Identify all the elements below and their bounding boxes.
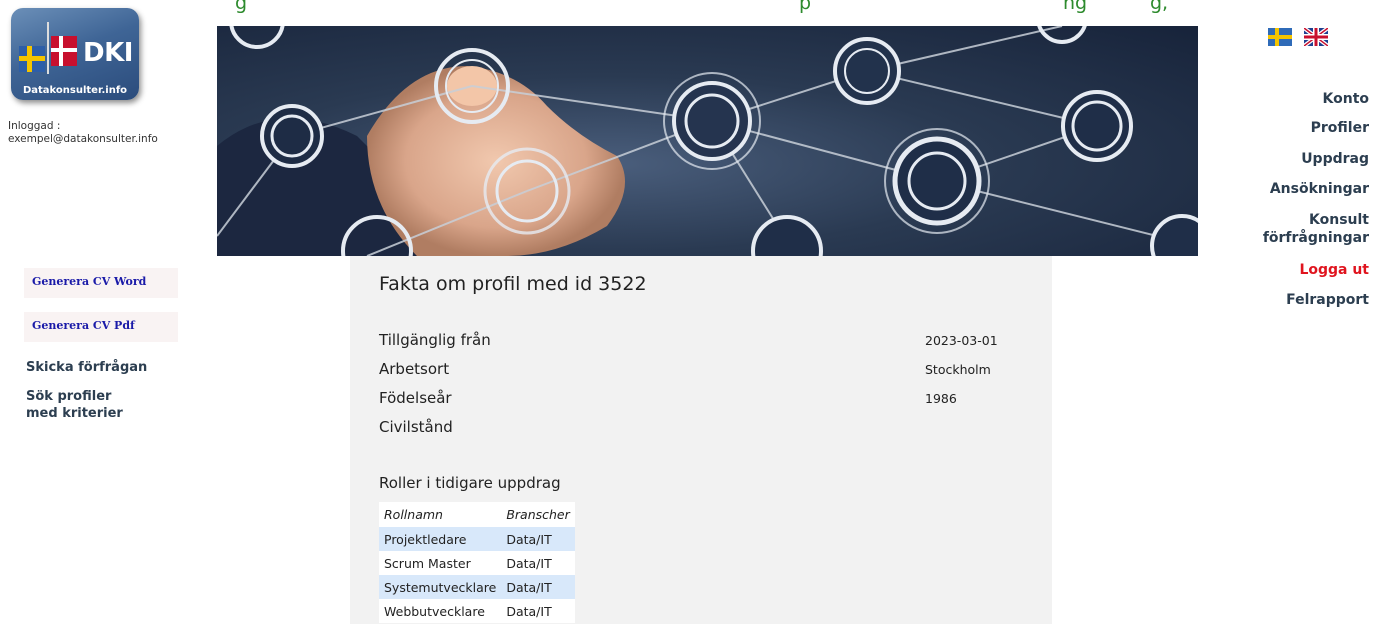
role-industry: Data/IT	[501, 527, 575, 551]
network-node	[1037, 26, 1087, 44]
fact-label-civil-status: Civilstånd	[379, 418, 453, 436]
fact-label-available-from: Tillgänglig från	[379, 331, 491, 349]
nav-account[interactable]: Konto	[1323, 90, 1370, 108]
login-label: Inloggad :	[8, 120, 61, 132]
table-header-row: Rollnamn Branscher	[379, 502, 575, 527]
fact-label-work-location: Arbetsort	[379, 360, 450, 378]
table-row: Projektledare Data/IT	[379, 527, 575, 551]
profile-content: Fakta om profil med id 3522 Tillgänglig …	[350, 256, 1052, 624]
network-node	[1061, 90, 1133, 162]
role-name: Projektledare	[379, 527, 502, 551]
table-row: Scrum Master Data/IT	[379, 551, 575, 575]
roles-heading: Roller i tidigare uppdrag	[379, 474, 561, 492]
role-name: Webbutvecklare	[379, 599, 502, 623]
role-name: Scrum Master	[379, 551, 502, 575]
fact-value-birth-year: 1986	[925, 391, 957, 406]
network-graphic	[217, 26, 1198, 256]
network-node	[833, 37, 901, 105]
send-request-link[interactable]: Skicka förfrågan	[26, 359, 147, 376]
network-node	[1150, 214, 1198, 256]
swedish-flag-icon[interactable]	[1268, 28, 1292, 46]
role-name: Systemutvecklare	[379, 575, 502, 599]
marquee-text: p	[799, 0, 812, 14]
table-row: Systemutvecklare Data/IT	[379, 575, 575, 599]
role-industry: Data/IT	[501, 575, 575, 599]
marquee-text: ng	[1063, 0, 1088, 14]
marquee-text: g	[235, 0, 248, 14]
network-node	[260, 104, 324, 168]
network-node	[663, 72, 761, 170]
fact-value-work-location: Stockholm	[925, 362, 991, 377]
login-status: Inloggad : exempel@datakonsulter.info	[8, 120, 158, 146]
network-node	[751, 215, 823, 256]
scrolling-marquee: g p ng g,	[205, 0, 1195, 15]
fact-label-birth-year: Födelseår	[379, 389, 452, 407]
uk-flag-icon[interactable]	[1304, 28, 1328, 46]
role-industry: Data/IT	[501, 551, 575, 575]
nav-consultant-requests[interactable]: Konsult förfrågningar	[1239, 211, 1369, 247]
page-title: Fakta om profil med id 3522	[379, 273, 647, 295]
nav-applications[interactable]: Ansökningar	[1270, 180, 1369, 198]
generate-cv-word-button[interactable]: Generera CV Word	[24, 268, 178, 298]
logo-text: DKI	[83, 38, 133, 68]
role-industry: Data/IT	[501, 599, 575, 623]
nav-bug-report[interactable]: Felrapport	[1286, 291, 1369, 309]
nav-logout[interactable]: Logga ut	[1299, 261, 1369, 279]
fact-value-available-from: 2023-03-01	[925, 333, 998, 348]
logo-caption: Datakonsulter.info	[22, 85, 128, 96]
swedish-flag-logo-icon	[19, 46, 45, 72]
danish-flag-logo-icon	[51, 36, 77, 66]
network-node	[884, 128, 990, 234]
login-email: exempel@datakonsulter.info	[8, 133, 158, 145]
site-logo[interactable]: DKI Datakonsulter.info	[11, 8, 139, 100]
hero-banner-image	[217, 26, 1198, 256]
column-header-role: Rollnamn	[379, 502, 502, 527]
table-row: Webbutvecklare Data/IT	[379, 599, 575, 623]
marquee-text: g,	[1150, 0, 1169, 14]
nav-profiles[interactable]: Profiler	[1311, 119, 1369, 137]
generate-cv-pdf-button[interactable]: Generera CV Pdf	[24, 312, 178, 342]
flag-pole	[47, 22, 49, 74]
roles-table: Rollnamn Branscher Projektledare Data/IT…	[379, 502, 575, 623]
column-header-industry: Branscher	[501, 502, 575, 527]
network-node	[229, 26, 285, 49]
nav-assignments[interactable]: Uppdrag	[1301, 150, 1369, 168]
search-profiles-link[interactable]: Sök profiler med kriterier	[26, 388, 136, 422]
